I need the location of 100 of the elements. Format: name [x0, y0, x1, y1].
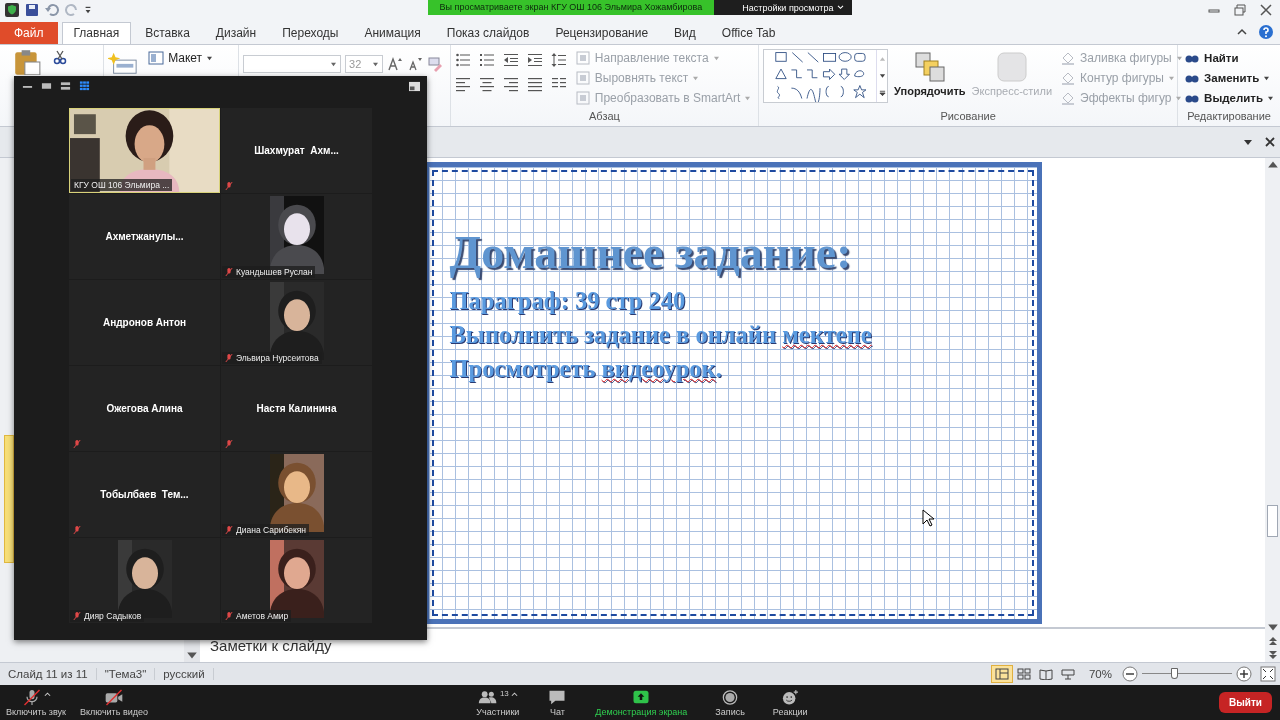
fit-to-window-icon[interactable] — [1260, 666, 1276, 682]
caret-icon — [837, 5, 845, 10]
reactions-icon — [780, 688, 801, 706]
bullet-list-icon[interactable] — [454, 52, 471, 68]
muted-mic-icon — [225, 353, 233, 363]
align-center-icon[interactable] — [478, 76, 495, 92]
align-left-icon[interactable] — [454, 76, 471, 92]
decrease-indent-icon[interactable] — [502, 52, 519, 68]
ribbon-tab[interactable]: Главная — [61, 22, 132, 44]
numbered-list-icon[interactable] — [478, 52, 495, 68]
meeting-toolbar-button[interactable]: Чат — [545, 688, 570, 717]
status-item: "Тема3" — [96, 668, 156, 680]
participant-tile[interactable]: Ахметжанулы... — [69, 194, 220, 279]
normal-view-button[interactable] — [990, 665, 1013, 683]
scroll-down-icon[interactable] — [1266, 622, 1279, 632]
shape-gallery[interactable] — [763, 49, 889, 103]
ribbon-command[interactable]: Найти — [1182, 49, 1276, 67]
status-item: Слайд 11 из 11 — [0, 668, 97, 680]
meeting-toolbar-button[interactable]: Включить видео — [78, 688, 150, 717]
participant-tile[interactable]: Андронов Антон — [69, 280, 220, 365]
ribbon-tab[interactable]: Вид — [662, 22, 708, 44]
shrink-font-icon[interactable] — [407, 56, 424, 72]
ribbon-tab[interactable]: Переходы — [270, 22, 351, 44]
grow-font-icon[interactable] — [387, 56, 404, 72]
ribbon-tab[interactable]: Анимация — [352, 22, 433, 44]
meeting-toolbar-button[interactable]: 13 Участники — [474, 688, 522, 717]
square-icon — [574, 50, 591, 66]
camera-icon — [104, 688, 124, 706]
layout-button[interactable]: Макет — [146, 49, 216, 67]
layout-icon — [148, 50, 165, 66]
participant-tile[interactable]: Эльвира Нурсеитова — [221, 280, 372, 365]
muted-mic-icon — [73, 439, 81, 449]
participant-name: Шахмурат Ахм... — [254, 145, 339, 156]
scroll-down-icon[interactable] — [186, 650, 198, 660]
participant-tile[interactable]: Настя Калинина — [221, 366, 372, 451]
meeting-toolbar-button[interactable]: Реакции — [770, 688, 810, 717]
exit-fullscreen-icon[interactable] — [408, 80, 421, 92]
close-icon[interactable] — [1258, 2, 1274, 18]
strip-view-button[interactable] — [58, 79, 73, 93]
scrollbar-thumb[interactable] — [1267, 504, 1278, 537]
participant-tile[interactable]: Ожегова Алина — [69, 366, 220, 451]
more-icon[interactable] — [878, 90, 886, 97]
ribbon-command[interactable]: Заменить — [1182, 69, 1276, 87]
slide-text: Просмотреть видеоурок. — [449, 353, 723, 384]
mouse-pointer-icon — [921, 508, 934, 527]
caret-icon[interactable] — [510, 690, 518, 697]
justify-icon[interactable] — [526, 76, 543, 92]
ribbon-tab[interactable]: Рецензирование — [543, 22, 661, 44]
zoom-slider-thumb[interactable] — [1171, 668, 1179, 679]
participant-count: 13 — [499, 688, 509, 698]
arrange-button[interactable]: Упорядочить — [894, 49, 966, 105]
participant-tile[interactable]: Тобылбаев Тем... — [69, 452, 220, 537]
caret-icon — [206, 55, 214, 61]
participant-tile[interactable]: Дияр Садыков — [69, 538, 220, 623]
close-icon[interactable] — [1264, 136, 1276, 148]
participant-tile[interactable]: Аметов Амир — [221, 538, 372, 623]
caret-icon — [1263, 75, 1271, 81]
increase-indent-icon[interactable] — [526, 52, 543, 68]
caret-icon — [330, 61, 338, 67]
scroll-up-icon[interactable] — [1266, 160, 1279, 170]
restore-icon[interactable] — [1232, 2, 1248, 18]
meeting-toolbar-button[interactable]: Включить звук — [4, 688, 69, 717]
slide-title: Домашнее задание: — [449, 227, 853, 278]
scissors-icon[interactable] — [52, 49, 68, 65]
meeting-toolbar-button[interactable]: Запись — [713, 688, 747, 717]
app-icon[interactable] — [4, 2, 20, 18]
reading-view-icon — [1038, 668, 1053, 680]
ribbon-command[interactable]: Выделить — [1182, 89, 1276, 107]
participant-tile[interactable]: КГУ ОШ 106 Эльмира ... — [69, 108, 220, 193]
ribbon-tab[interactable]: Office Tab — [709, 22, 788, 44]
zoom-level[interactable]: 70% — [1078, 668, 1118, 680]
gallery-view-button[interactable] — [77, 79, 92, 93]
zoom-in-icon[interactable] — [1236, 666, 1252, 682]
ribbon-tab[interactable]: Файл — [0, 22, 58, 44]
font-name-field[interactable] — [243, 55, 342, 73]
speaker-layout-icon — [41, 81, 52, 91]
save-icon[interactable] — [24, 2, 40, 18]
view-options-button[interactable]: Настройки просмотра — [714, 0, 853, 15]
slide-thumbnail[interactable] — [4, 435, 14, 563]
help-icon[interactable] — [1258, 24, 1274, 40]
zoom-out-icon[interactable] — [1122, 666, 1138, 682]
group-label: Рисование — [939, 109, 997, 123]
caret-icon — [372, 61, 380, 67]
notes-field[interactable]: Заметки к слайду — [210, 637, 332, 654]
ribbon-tab[interactable]: Вставка — [133, 22, 202, 44]
line-spacing-icon[interactable] — [550, 52, 567, 68]
chat-icon — [547, 688, 568, 706]
participant-tile[interactable]: Куандышев Руслан — [221, 194, 372, 279]
muted-mic-icon — [225, 181, 233, 191]
share-icon — [631, 688, 652, 706]
scroll-down-icon[interactable] — [878, 73, 886, 79]
participant-tile[interactable]: Шахмурат Ахм... — [221, 108, 372, 193]
leave-button[interactable]: Выйти — [1219, 692, 1272, 713]
meeting-toolbar-button[interactable]: Демонстрация экрана — [593, 688, 690, 717]
caret-icon[interactable] — [43, 690, 51, 697]
participant-tile[interactable]: Диана Сарибекян — [221, 452, 372, 537]
align-right-icon[interactable] — [502, 76, 519, 92]
ribbon-tab[interactable]: Дизайн — [203, 22, 269, 44]
ribbon-tab[interactable]: Показ слайдов — [434, 22, 542, 44]
strip-layout-icon — [60, 81, 71, 91]
